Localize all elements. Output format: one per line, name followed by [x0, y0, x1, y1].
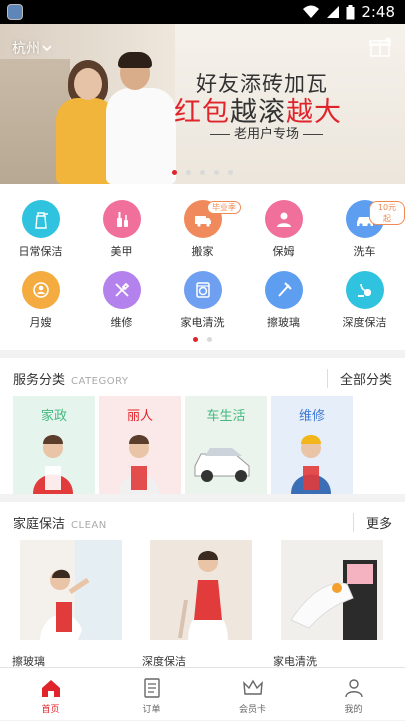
service-item[interactable]: 家电清洗: [162, 255, 243, 329]
category-image: [13, 396, 95, 494]
banner-dot: [200, 170, 205, 175]
category-card[interactable]: 车生活: [185, 396, 267, 494]
service-item[interactable]: 维修: [81, 255, 162, 329]
home-cleaning-header: 家庭保洁 CLEAN 更多: [0, 502, 405, 540]
squeegee-icon: [264, 271, 303, 309]
service-grid: 日常保洁 美甲 搬家 毕业季 保姆 洗车 10元起月嫂 维修 家电清洗 擦玻璃 深度保洁: [0, 184, 405, 350]
signal-icon: [327, 6, 340, 18]
home-cleaning-title: 家庭保洁: [13, 517, 66, 532]
home-cleaning-title-en: CLEAN: [71, 520, 107, 531]
cleaning-item-image[interactable]: [150, 540, 252, 640]
app-notification-icon: [7, 4, 23, 20]
service-item[interactable]: 保姆: [243, 184, 324, 258]
baby-care-icon: [21, 271, 60, 309]
tab-profile[interactable]: 我的: [303, 668, 404, 721]
service-label: 深度保洁: [342, 316, 387, 329]
category-header: 服务分类 CATEGORY 全部分类: [0, 358, 405, 396]
home-icon: [40, 677, 62, 699]
service-page-indicator: [0, 337, 405, 342]
banner-dot: [228, 170, 233, 175]
worker-illustration: [119, 435, 159, 494]
category-card[interactable]: 家政: [13, 396, 95, 494]
service-item[interactable]: 日常保洁: [0, 184, 81, 258]
home-cleaning-section: 家庭保洁 CLEAN 更多 擦玻璃 深度保洁 家电清洗: [0, 502, 405, 668]
cleaning-item-image[interactable]: [20, 540, 122, 640]
nanny-icon: [264, 200, 303, 238]
service-page-dot: [193, 337, 198, 342]
repair-tools-icon: [102, 271, 141, 309]
worker-illustration: [33, 435, 73, 494]
service-label: 擦玻璃: [267, 316, 300, 329]
order-icon: [141, 677, 163, 699]
service-label: 月嫂: [29, 316, 52, 329]
tab-home[interactable]: 首页: [0, 668, 101, 721]
clock: 2:48: [361, 3, 395, 21]
service-label: 家电清洗: [180, 316, 225, 329]
service-item[interactable]: 美甲: [81, 184, 162, 258]
bottom-tab-bar: 首页 订单 会员卡 我的: [0, 667, 405, 720]
banner-dot: [214, 170, 219, 175]
service-item[interactable]: 洗车 10元起: [324, 184, 405, 258]
battery-icon: [346, 4, 355, 19]
service-label: 维修: [110, 316, 133, 329]
category-image: [185, 396, 267, 494]
category-image: [99, 396, 181, 494]
city-selector[interactable]: 杭州: [12, 38, 52, 58]
service-page-dot: [207, 337, 212, 342]
category-card[interactable]: 维修: [271, 396, 353, 494]
service-tag: 毕业季: [207, 201, 241, 214]
cleaning-item-image[interactable]: [281, 540, 383, 640]
category-section: 服务分类 CATEGORY 全部分类 家政 丽人 车生活 维修: [0, 358, 405, 494]
tab-label: 会员卡: [238, 705, 266, 715]
tab-label: 我的: [344, 705, 363, 715]
banner-subline: 老用户专场: [206, 123, 327, 142]
category-title-en: CATEGORY: [71, 376, 129, 387]
all-categories-link[interactable]: 全部分类: [326, 369, 392, 388]
banner-dot: [186, 170, 191, 175]
profile-icon: [343, 677, 365, 699]
wifi-icon: [303, 5, 320, 18]
tab-label: 订单: [142, 705, 161, 715]
category-title: 服务分类: [13, 373, 66, 388]
city-name: 杭州: [12, 41, 40, 57]
tab-order[interactable]: 订单: [101, 668, 202, 721]
washing-machine-icon: [183, 271, 222, 309]
promo-banner[interactable]: 好友添砖加瓦 红包越滚越大 老用户专场: [0, 24, 405, 184]
system-indicators: 2:48: [302, 3, 395, 21]
banner-dot: [172, 170, 177, 175]
car-illustration: [194, 448, 250, 482]
category-card[interactable]: 丽人: [99, 396, 181, 494]
vacuum-icon: [345, 271, 384, 309]
gift-icon[interactable]: [369, 37, 391, 57]
category-image: [271, 396, 353, 494]
crown-icon: [242, 677, 264, 699]
service-tag: 10元起: [369, 201, 405, 225]
spray-bottle-icon: [21, 200, 60, 238]
service-item[interactable]: 搬家 毕业季: [162, 184, 243, 258]
status-bar: 2:48: [0, 0, 405, 24]
worker-illustration: [291, 435, 331, 494]
service-item[interactable]: 擦玻璃: [243, 255, 324, 329]
service-item[interactable]: 深度保洁: [324, 255, 405, 329]
banner-page-indicator: [0, 170, 405, 175]
chevron-down-icon: [42, 45, 52, 52]
tab-label: 首页: [41, 705, 60, 715]
banner-couple-photo: [48, 52, 178, 184]
more-link[interactable]: 更多: [352, 513, 392, 532]
service-item[interactable]: 月嫂: [0, 255, 81, 329]
nail-polish-icon: [102, 200, 141, 238]
tab-crown[interactable]: 会员卡: [202, 668, 303, 721]
